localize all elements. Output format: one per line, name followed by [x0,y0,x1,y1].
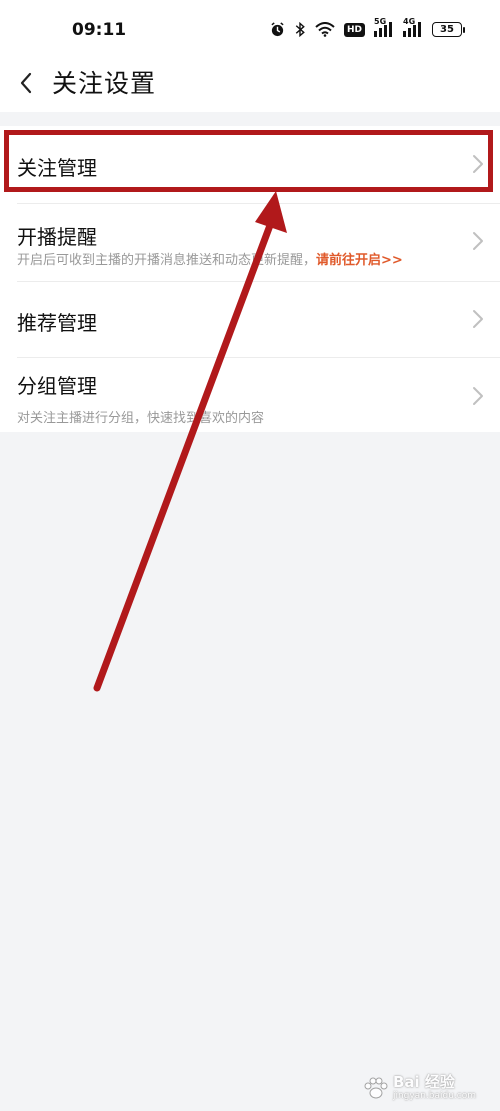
battery-icon: 35 [432,22,465,37]
settings-item-live-reminder[interactable]: 开播提醒 开启后可收到主播的开播消息推送和动态更新提醒，请前往开启>> [0,204,500,281]
highlight-box [4,130,493,192]
settings-item-group-management[interactable]: 分组管理 对关注主播进行分组，快速找到喜欢的内容 [0,358,500,432]
signal-4g-icon: 4G [403,17,423,37]
settings-item-title: 开播提醒 [17,225,97,249]
settings-item-title: 推荐管理 [17,311,97,335]
back-arrow-icon[interactable] [14,68,42,98]
chevron-right-icon [473,232,483,250]
settings-item-title: 分组管理 [17,374,97,398]
subtitle-text: 开启后可收到主播的开播消息推送和动态更新提醒， [17,253,317,268]
watermark: Bai 经验 jingyan.baidu.com [363,1075,476,1103]
paw-icon [364,1077,388,1099]
enable-link[interactable]: 请前往开启>> [316,253,403,268]
chevron-right-icon [473,310,483,328]
settings-item-subtitle: 对关注主播进行分组，快速找到喜欢的内容 [17,411,265,426]
bluetooth-icon [295,22,305,37]
settings-item-subtitle: 开启后可收到主播的开播消息推送和动态更新提醒，请前往开启>> [17,249,403,268]
hd-badge: HD [343,22,365,37]
signal-5g-icon: 5G [374,17,394,37]
alarm-icon [271,22,284,37]
nav-bar: 关注设置 [0,62,500,112]
settings-item-recommend-management[interactable]: 推荐管理 [0,282,500,357]
status-bar: 09:11 HD 5G 4G 35 [0,0,500,62]
wifi-icon [315,22,335,37]
status-icons: HD 5G 4G 35 [270,17,465,37]
watermark-text: Bai 经验 [392,1073,455,1091]
status-time: 09:11 [72,20,127,40]
page-title: 关注设置 [52,69,157,98]
chevron-right-icon [473,387,483,405]
watermark-url: jingyan.baidu.com [392,1091,476,1101]
